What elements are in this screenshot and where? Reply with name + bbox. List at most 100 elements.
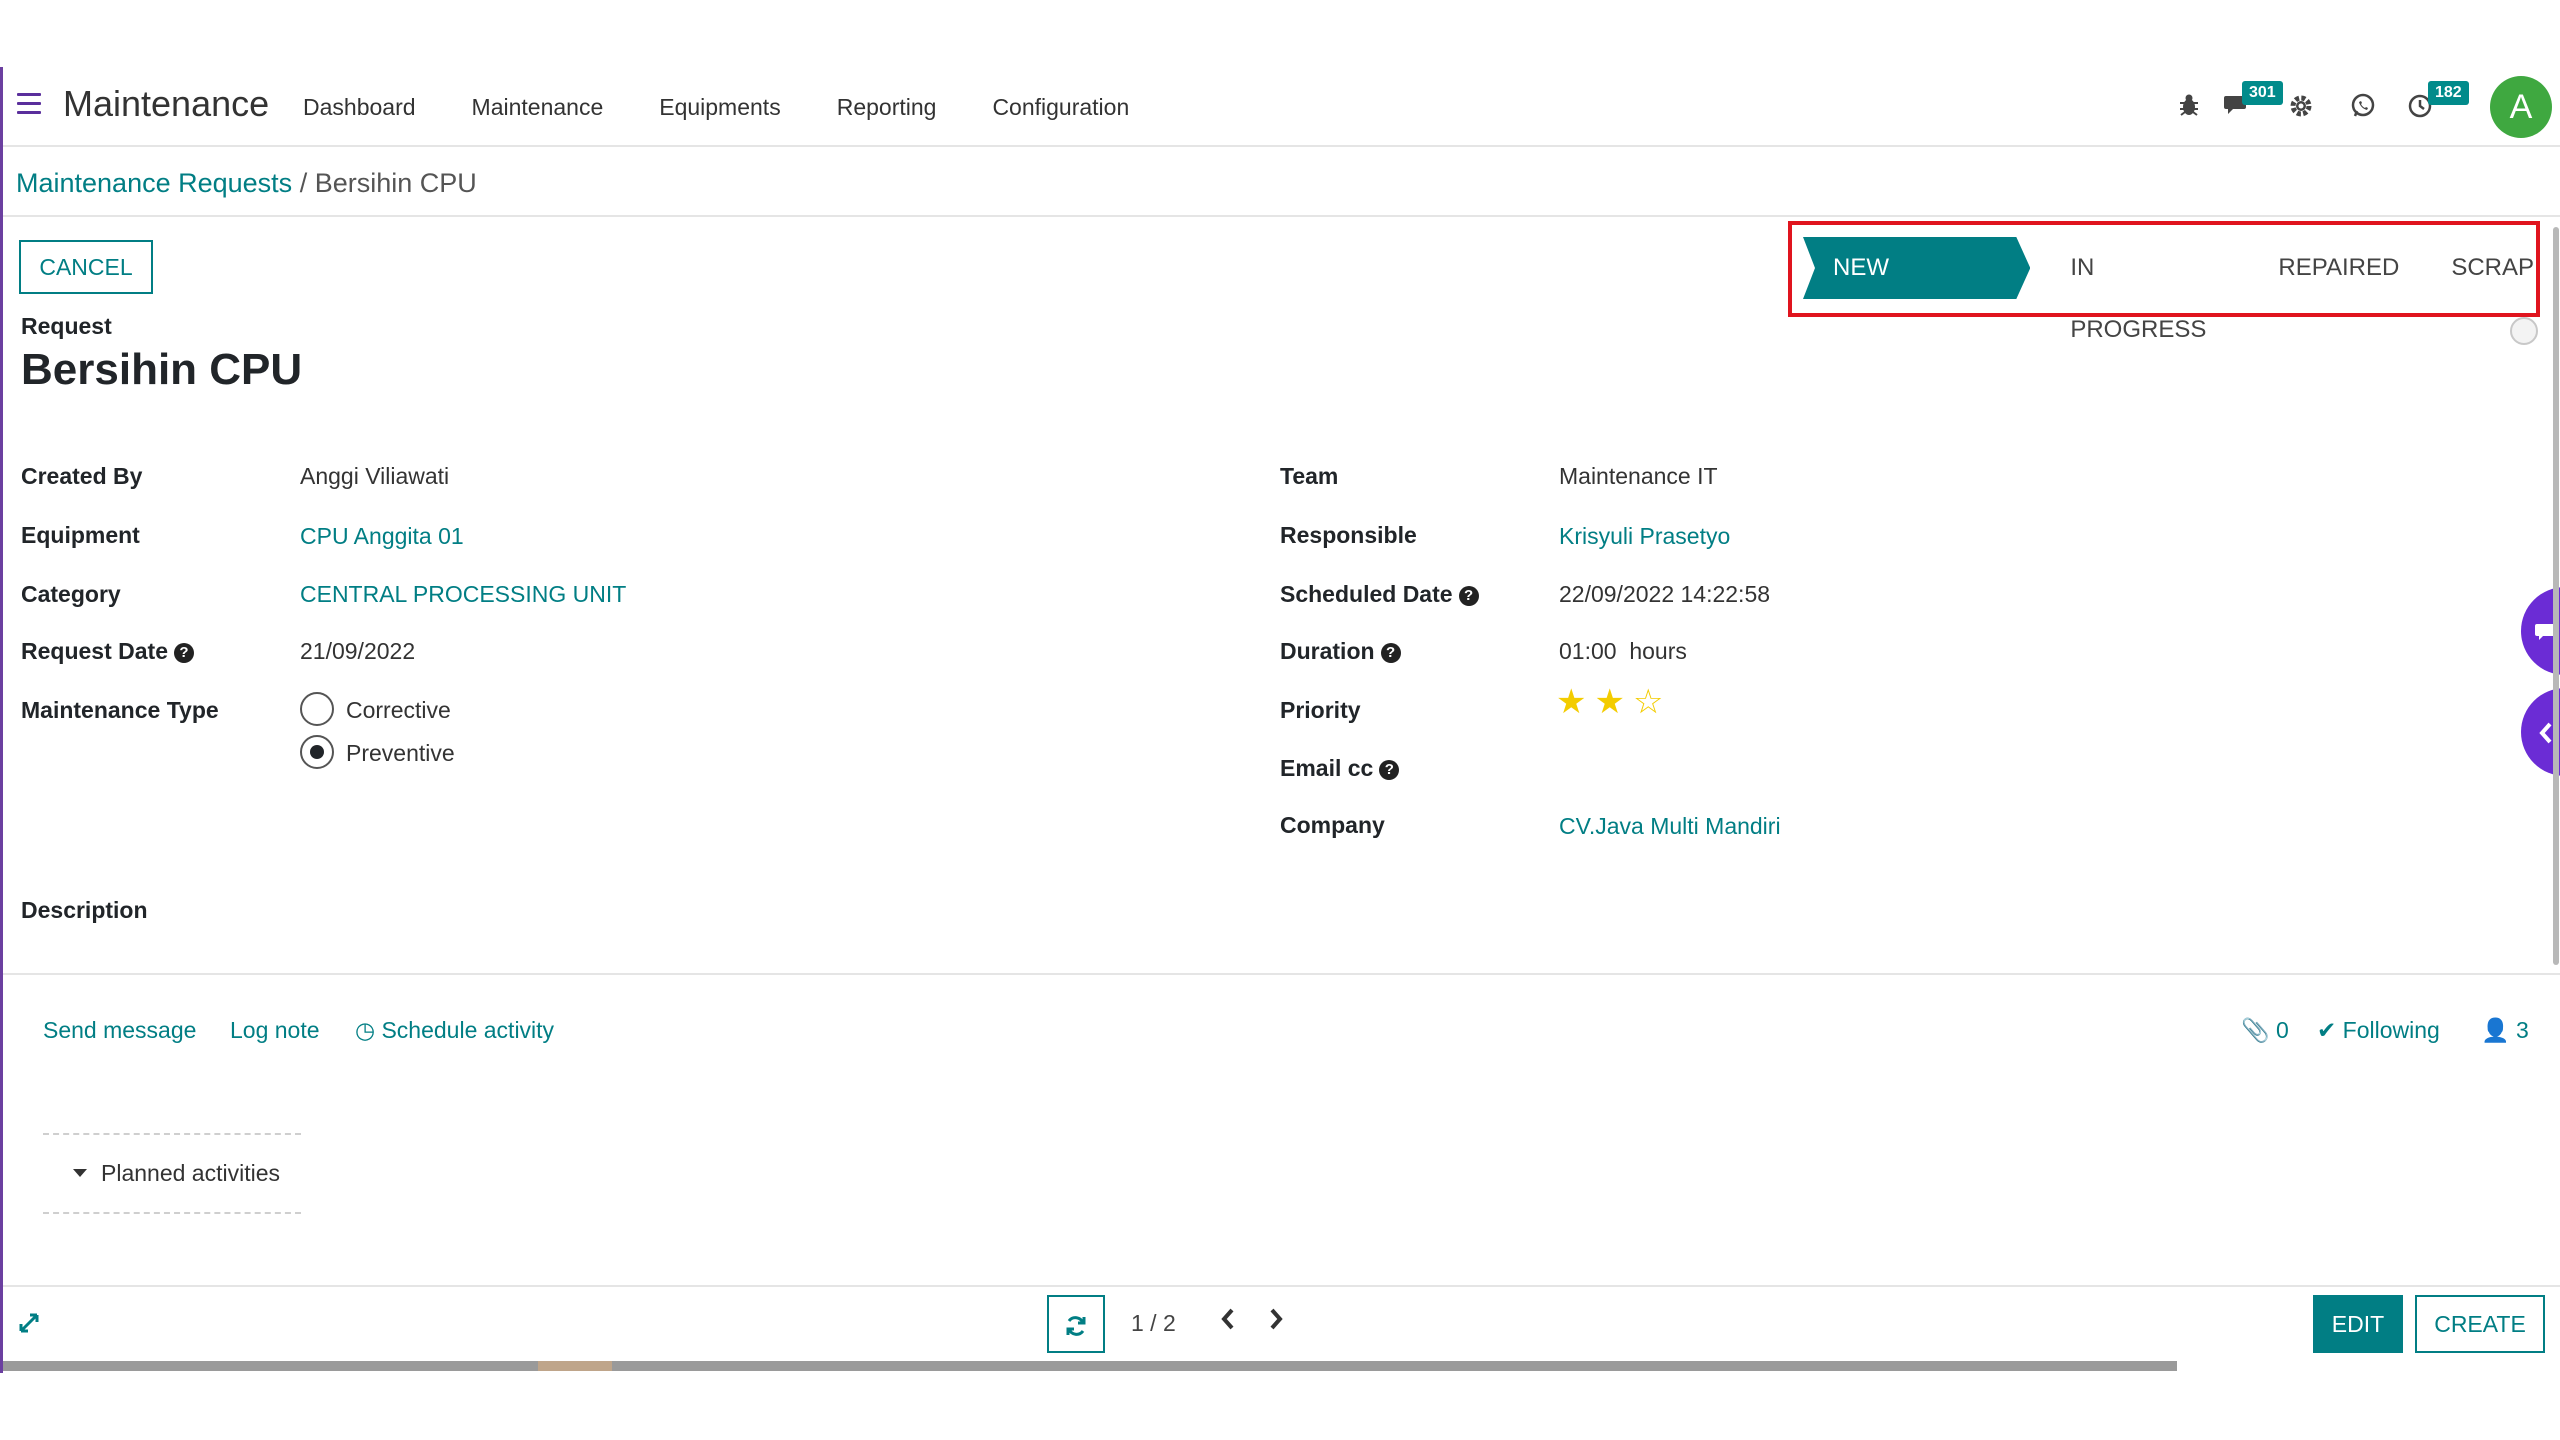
planned-activities-toggle[interactable]: Planned activities	[73, 1160, 280, 1187]
user-avatar[interactable]: A	[2490, 76, 2552, 138]
team-value: Maintenance IT	[1559, 463, 1718, 489]
paperclip-icon: 📎	[2241, 1017, 2270, 1043]
stage-repaired[interactable]: REPAIRED	[2252, 237, 2425, 299]
attachments-count: 0	[2276, 1017, 2289, 1043]
activities-badge: 182	[2428, 81, 2469, 105]
chevron-right-icon	[1270, 1308, 1283, 1330]
check-icon: ✔	[2317, 1017, 2337, 1043]
following-label: Following	[2342, 1017, 2440, 1043]
email-cc-label: Email cc?	[1280, 755, 1400, 782]
chevron-left-icon	[2539, 722, 2552, 743]
pager-next-button[interactable]	[1267, 1303, 1285, 1340]
chevron-left-icon	[1221, 1308, 1234, 1330]
pager-value[interactable]: 1 / 2	[1131, 1310, 1176, 1337]
app-window: Maintenance Dashboard Maintenance Equipm…	[0, 67, 2560, 1373]
priority-stars: ★ ★ ☆	[1556, 685, 1663, 719]
stage-in-progress[interactable]: IN PROGRESS	[2044, 237, 2252, 343]
schedule-activity-button[interactable]: ◷ Schedule activity	[355, 1017, 554, 1044]
radio-corrective[interactable]	[300, 692, 334, 726]
log-note-button[interactable]: Log note	[230, 1017, 320, 1044]
expand-icon[interactable]	[17, 1311, 41, 1342]
maintenance-type-label: Maintenance Type	[21, 697, 219, 723]
star-empty-icon[interactable]: ☆	[1633, 685, 1663, 719]
followers-count: 3	[2516, 1017, 2529, 1043]
star-filled-icon[interactable]: ★	[1556, 685, 1586, 719]
breadcrumb: Maintenance Requests / Bersihin CPU	[16, 168, 477, 199]
description-label: Description	[21, 897, 148, 923]
menu-equipments[interactable]: Equipments	[659, 94, 780, 121]
radio-corrective-label[interactable]: Corrective	[346, 697, 451, 724]
menu-configuration[interactable]: Configuration	[992, 94, 1129, 121]
edit-button[interactable]: EDIT	[2313, 1295, 2403, 1353]
top-navbar: Maintenance Dashboard Maintenance Equipm…	[3, 67, 2560, 147]
company-label: Company	[1280, 812, 1385, 838]
responsible-link[interactable]: Krisyuli Prasetyo	[1559, 523, 1730, 550]
request-date-label: Request Date?	[21, 638, 194, 665]
divider-bottom	[43, 1212, 301, 1214]
record-title: Bersihin CPU	[21, 345, 303, 394]
help-icon: ?	[1379, 760, 1400, 780]
scheduled-date-value: 22/09/2022 14:22:58	[1559, 581, 1771, 607]
divider-top	[43, 1133, 301, 1135]
systray: 301 182 A	[2160, 67, 2560, 147]
request-label: Request	[21, 313, 112, 339]
category-link[interactable]: CENTRAL PROCESSING UNIT	[300, 581, 626, 608]
form-divider	[3, 973, 2560, 975]
kanban-state-toggle[interactable]	[2510, 317, 2538, 345]
horizontal-scrollbar-thumb[interactable]	[538, 1361, 612, 1371]
equipment-label: Equipment	[21, 522, 140, 548]
following-button[interactable]: ✔ Following	[2317, 1017, 2440, 1044]
equipment-link[interactable]: CPU Anggita 01	[300, 523, 464, 550]
refresh-button[interactable]	[1047, 1295, 1105, 1353]
duration-label-text: Duration	[1280, 638, 1375, 664]
menu-dashboard[interactable]: Dashboard	[303, 94, 416, 121]
create-button[interactable]: CREATE	[2415, 1295, 2545, 1353]
followers-button[interactable]: 👤 3	[2481, 1017, 2529, 1044]
pager-previous-button[interactable]	[1219, 1303, 1237, 1340]
help-icon: ?	[173, 643, 194, 663]
menu-reporting[interactable]: Reporting	[837, 94, 937, 121]
stage-scrap[interactable]: SCRAP	[2425, 237, 2560, 299]
send-message-button[interactable]: Send message	[43, 1017, 196, 1044]
team-label: Team	[1280, 463, 1339, 489]
messages-badge: 301	[2242, 81, 2283, 105]
vertical-scrollbar[interactable]	[2553, 227, 2559, 965]
company-link[interactable]: CV.Java Multi Mandiri	[1559, 813, 1781, 840]
stage-new-request[interactable]: NEW REQUEST	[1803, 237, 2030, 299]
category-label: Category	[21, 581, 121, 607]
priority-label: Priority	[1280, 697, 1361, 723]
menu-maintenance[interactable]: Maintenance	[472, 94, 604, 121]
request-date-label-text: Request Date	[21, 638, 168, 664]
help-icon: ?	[1458, 586, 1479, 606]
duration-amount: 01:00	[1559, 638, 1617, 664]
caret-down-icon	[73, 1169, 87, 1177]
radio-preventive[interactable]	[300, 735, 334, 769]
star-filled-icon[interactable]: ★	[1594, 685, 1624, 719]
planned-activities-label: Planned activities	[101, 1160, 280, 1186]
radio-preventive-label[interactable]: Preventive	[346, 740, 455, 767]
cancel-button[interactable]: CANCEL	[19, 240, 153, 294]
bug-icon[interactable]	[2178, 93, 2200, 124]
scheduled-date-label: Scheduled Date?	[1280, 581, 1479, 608]
attachments-button[interactable]: 📎 0	[2241, 1017, 2289, 1044]
refresh-icon	[1066, 1315, 1086, 1336]
created-by-label: Created By	[21, 463, 143, 489]
user-icon: 👤	[2481, 1017, 2510, 1043]
main-menu: Dashboard Maintenance Equipments Reporti…	[303, 94, 1185, 121]
duration-unit: hours	[1629, 638, 1687, 664]
help-icon: ?	[1380, 643, 1401, 663]
menu-toggle-icon[interactable]	[17, 93, 41, 115]
responsible-label: Responsible	[1280, 522, 1417, 548]
breadcrumb-separator: /	[299, 168, 308, 198]
stage-statusbar: NEW REQUEST IN PROGRESS REPAIRED SCRAP	[1803, 237, 2560, 343]
breadcrumb-parent[interactable]: Maintenance Requests	[16, 168, 292, 198]
duration-label: Duration?	[1280, 638, 1401, 665]
app-title[interactable]: Maintenance	[63, 83, 269, 125]
gear-icon[interactable]	[2288, 93, 2314, 126]
schedule-activity-label: Schedule activity	[381, 1017, 555, 1043]
email-cc-label-text: Email cc	[1280, 755, 1374, 781]
breadcrumb-bar: Maintenance Requests / Bersihin CPU	[3, 147, 2560, 217]
whatsapp-icon[interactable]	[2350, 93, 2376, 126]
horizontal-scrollbar[interactable]	[3, 1361, 2177, 1371]
scheduled-date-label-text: Scheduled Date	[1280, 581, 1453, 607]
